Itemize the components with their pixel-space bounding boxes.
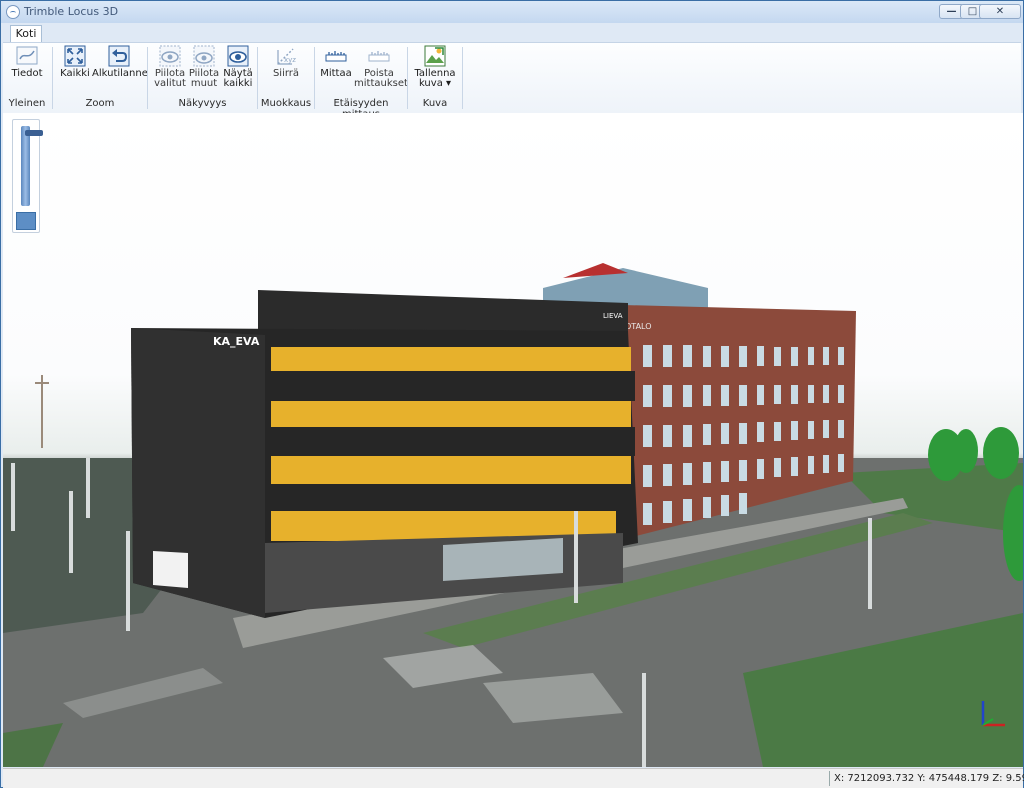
- zoom-extents-icon: [64, 45, 86, 67]
- white-door: [153, 551, 188, 588]
- group-label-nakyvyys: Näkyvyys: [178, 98, 227, 109]
- show-all-button[interactable]: Näytä kaikki: [221, 45, 255, 89]
- group-divider: [147, 47, 148, 109]
- app-window: Trimble Locus 3D — □ ✕ Koti Tiedot Ylein…: [0, 0, 1024, 788]
- ribbon-group-kuva: Tallenna kuva ▾ Kuva: [410, 43, 460, 113]
- title-bar[interactable]: Trimble Locus 3D — □ ✕: [1, 1, 1023, 23]
- building-sign: KA_EVA: [213, 335, 260, 348]
- delete-measurements-icon: [368, 51, 390, 62]
- group-label-kuva: Kuva: [422, 98, 448, 109]
- show-all-icon: [227, 45, 249, 67]
- zoom-all-button[interactable]: Kaikki: [59, 45, 91, 79]
- group-label-muokkaus: Muokkaus: [260, 98, 312, 109]
- hide-others-button[interactable]: Piilota muut: [188, 45, 220, 89]
- brick-sign: OTALO: [625, 322, 652, 331]
- group-divider: [52, 47, 53, 109]
- utility-pole: [35, 375, 49, 448]
- status-bar: X: 7212093.732 Y: 475448.179 Z: 9.592: [3, 768, 1024, 788]
- measure-icon: [325, 51, 347, 62]
- hide-selected-icon: [159, 45, 181, 67]
- close-button[interactable]: ✕: [979, 4, 1021, 19]
- ribbon-group-nakyvyys: Piilota valitut Piilota muut Näytä kaikk…: [150, 43, 255, 113]
- zoom-control: [12, 119, 43, 233]
- save-image-button[interactable]: Tallenna kuva ▾: [412, 45, 458, 89]
- view-cube-icon[interactable]: [16, 212, 36, 230]
- group-divider: [257, 47, 258, 109]
- window-title: Trimble Locus 3D: [24, 5, 119, 18]
- delete-measurements-button[interactable]: Poista mittaukset: [354, 45, 408, 89]
- move-button[interactable]: xyz Siirrä: [266, 45, 306, 79]
- group-divider: [314, 47, 315, 109]
- group-label-yleinen: Yleinen: [8, 98, 46, 109]
- building-sign-top: LIEVA: [603, 312, 623, 320]
- zoom-slider-thumb[interactable]: [25, 130, 43, 136]
- hide-selected-button[interactable]: Piilota valitut: [152, 45, 188, 89]
- move-xyz-icon: xyz: [277, 48, 296, 65]
- ribbon-group-zoom: Kaikki Alkutilanne Zoom: [55, 43, 148, 113]
- group-label-zoom: Zoom: [85, 98, 115, 109]
- coordinate-readout: X: 7212093.732 Y: 475448.179 Z: 9.592: [829, 771, 1024, 786]
- reset-view-icon: [108, 45, 130, 67]
- dark-building-side: [131, 328, 265, 618]
- ribbon-group-muokkaus: xyz Siirrä Muokkaus: [260, 43, 312, 113]
- measure-button[interactable]: Mittaa: [319, 45, 353, 79]
- ribbon-group-etaisyyden-mittaus: Mittaa Poista mittaukset Etäisyyden mitt…: [317, 43, 408, 120]
- svg-text:xyz: xyz: [284, 56, 296, 64]
- ribbon-tab-strip: Koti: [1, 23, 1023, 42]
- hide-others-icon: [193, 45, 215, 67]
- app-logo-icon: [6, 5, 20, 19]
- ribbon-group-yleinen: Tiedot Yleinen: [3, 43, 51, 113]
- group-divider: [407, 47, 408, 109]
- 3d-scene: OTALO KA_EVA LIEVA: [3, 263, 1023, 767]
- reset-view-button[interactable]: Alkutilanne: [92, 45, 148, 79]
- tab-koti[interactable]: Koti: [10, 25, 42, 42]
- group-divider: [462, 47, 463, 109]
- 3d-viewport[interactable]: OTALO KA_EVA LIEVA: [3, 113, 1023, 767]
- ribbon-toolbar: Tiedot Yleinen Kaikki Alkutilanne Zoom P…: [3, 42, 1021, 120]
- zoom-slider[interactable]: [21, 126, 43, 206]
- save-image-icon: [424, 45, 446, 67]
- info-icon: [16, 46, 38, 65]
- info-button[interactable]: Tiedot: [7, 45, 47, 79]
- dark-floor-bands: [265, 371, 635, 511]
